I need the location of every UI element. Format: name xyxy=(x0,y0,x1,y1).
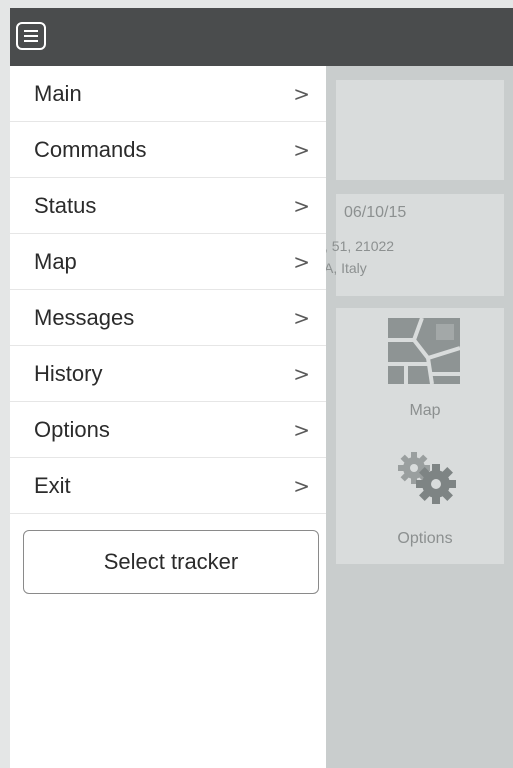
menu-item-commands[interactable]: Commands > xyxy=(10,122,326,178)
navigation-drawer: Main > Commands > Status > Map > Message… xyxy=(10,66,326,768)
menu-item-main[interactable]: Main > xyxy=(10,66,326,122)
menu-item-history[interactable]: History > xyxy=(10,346,326,402)
menu-item-label: Commands xyxy=(34,136,147,162)
chevron-right-icon: > xyxy=(293,193,310,218)
last-update-date: 06/10/15 xyxy=(344,204,407,221)
menu-item-exit[interactable]: Exit > xyxy=(10,458,326,514)
menu-item-label: Messages xyxy=(34,304,135,330)
map-icon xyxy=(388,318,460,384)
menu-item-messages[interactable]: Messages > xyxy=(10,290,326,346)
select-tracker-button[interactable]: Select tracker xyxy=(23,530,319,594)
app-bar xyxy=(10,8,513,66)
menu-item-label: History xyxy=(34,360,103,386)
menu-item-status[interactable]: Status > xyxy=(10,178,326,234)
chevron-right-icon: > xyxy=(293,81,310,106)
address-line-2: A, Italy xyxy=(324,260,367,276)
hamburger-menu-icon[interactable] xyxy=(16,22,46,50)
menu-item-map[interactable]: Map > xyxy=(10,234,326,290)
chevron-right-icon: > xyxy=(293,137,310,162)
menu-item-label: Exit xyxy=(34,472,71,498)
menu-item-options[interactable]: Options > xyxy=(10,402,326,458)
chevron-right-icon: > xyxy=(293,305,310,330)
map-shortcut-label: Map xyxy=(409,402,441,419)
background-card xyxy=(336,80,504,180)
menu-item-label: Main xyxy=(34,80,82,106)
chevron-right-icon: > xyxy=(293,417,310,442)
menu-item-label: Map xyxy=(34,248,77,274)
options-shortcut-label: Options xyxy=(397,530,453,547)
chevron-right-icon: > xyxy=(293,249,310,274)
chevron-right-icon: > xyxy=(293,361,310,386)
chevron-right-icon: > xyxy=(293,473,310,498)
menu-item-label: Status xyxy=(34,192,97,218)
app-screen: 06/10/15 , 51, 21022 A, Italy Map Option… xyxy=(10,8,513,768)
gear-icon xyxy=(398,452,456,504)
menu-item-label: Options xyxy=(34,416,110,442)
address-line-1: , 51, 21022 xyxy=(324,238,395,254)
